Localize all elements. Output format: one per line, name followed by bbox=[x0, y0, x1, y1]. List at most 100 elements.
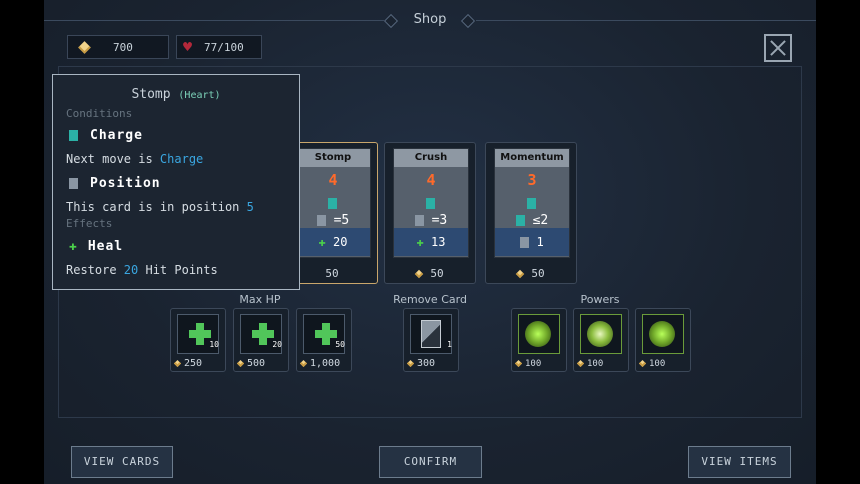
card-cost: 4 bbox=[328, 171, 338, 189]
card-name: Stomp bbox=[296, 149, 370, 167]
tooltip-subtitle: (Heart) bbox=[178, 90, 221, 101]
condition-title: Charge bbox=[90, 128, 143, 143]
scroll-icon bbox=[520, 237, 530, 248]
condition-value: 5 bbox=[246, 200, 254, 214]
max-hp-item[interactable]: 20 500 bbox=[233, 308, 289, 372]
power-gem-icon bbox=[525, 321, 551, 347]
item-amount: 50 bbox=[335, 340, 345, 349]
hp-amount: 77/100 bbox=[204, 40, 244, 54]
gem-icon bbox=[406, 359, 415, 368]
card: Momentum 3 ≤2 1 bbox=[494, 148, 570, 258]
card-effect-value: 13 bbox=[431, 235, 446, 249]
card-effect: ✚ 20 bbox=[296, 228, 370, 256]
gem-icon bbox=[299, 359, 308, 368]
card-price-value: 50 bbox=[531, 267, 545, 280]
gem-icon bbox=[78, 40, 91, 54]
condition-value: Charge bbox=[159, 152, 204, 166]
card-name: Momentum bbox=[495, 149, 569, 167]
gem-amount: 700 bbox=[113, 40, 133, 54]
power-gear-icon bbox=[587, 321, 613, 347]
item-price: 500 bbox=[247, 358, 266, 369]
card-name: Crush bbox=[394, 149, 468, 167]
power-item[interactable]: 100 bbox=[511, 308, 567, 372]
charge-icon bbox=[328, 198, 337, 209]
gem-icon bbox=[516, 269, 525, 279]
max-hp-item[interactable]: 50 1,000 bbox=[296, 308, 352, 372]
heal-icon: ✚ bbox=[318, 235, 326, 249]
effects-label: Effects bbox=[66, 217, 113, 230]
card-effect: 1 bbox=[495, 228, 569, 256]
card: Stomp 4 =5 ✚ 20 bbox=[295, 148, 371, 258]
gem-icon bbox=[514, 359, 523, 368]
gem-icon bbox=[236, 359, 245, 368]
position-icon bbox=[414, 215, 424, 226]
card-effect: ✚ 13 bbox=[394, 228, 468, 256]
item-price: 250 bbox=[184, 358, 203, 369]
heal-icon: ✚ bbox=[416, 235, 424, 249]
charge-icon bbox=[69, 130, 78, 141]
card-slot-crush[interactable]: Crush 4 =3 ✚ 13 50 bbox=[384, 142, 476, 284]
view-cards-button[interactable]: VIEW CARDS bbox=[71, 446, 173, 478]
card-condition: =3 bbox=[431, 213, 448, 228]
max-hp-icon bbox=[189, 323, 211, 345]
item-price: 100 bbox=[525, 359, 542, 369]
position-icon bbox=[69, 178, 78, 189]
gem-icon bbox=[638, 359, 647, 368]
remove-card-label: Remove Card bbox=[393, 293, 467, 306]
gem-icon bbox=[173, 359, 182, 368]
power-item[interactable]: 100 bbox=[573, 308, 629, 372]
header-divider-right bbox=[476, 20, 816, 21]
item-amount: 20 bbox=[272, 340, 282, 349]
conditions-label: Conditions bbox=[66, 107, 133, 120]
card-effect-value: 1 bbox=[536, 235, 544, 249]
power-item[interactable]: 100 bbox=[635, 308, 691, 372]
charge-icon bbox=[426, 198, 435, 209]
max-hp-label: Max HP bbox=[239, 293, 281, 306]
card-tooltip: Stomp (Heart) Conditions Charge Next mov… bbox=[52, 74, 300, 290]
card-price-value: 50 bbox=[430, 267, 444, 280]
card-condition: ≤2 bbox=[532, 213, 549, 228]
card: Crush 4 =3 ✚ 13 bbox=[393, 148, 469, 258]
card-price-value: 50 bbox=[325, 267, 339, 280]
position-icon bbox=[316, 215, 326, 226]
remove-card-item[interactable]: 1 300 bbox=[403, 308, 459, 372]
effect-title: Heal bbox=[87, 239, 124, 254]
item-amount: 10 bbox=[209, 340, 219, 349]
max-hp-icon bbox=[252, 323, 274, 345]
item-price: 100 bbox=[649, 359, 666, 369]
card-price: 50 bbox=[486, 267, 576, 280]
tooltip-title: Stomp bbox=[131, 87, 171, 102]
item-price: 1,000 bbox=[310, 358, 341, 369]
item-price: 100 bbox=[587, 359, 604, 369]
effect-text: Restore bbox=[66, 263, 124, 277]
confirm-button[interactable]: CONFIRM bbox=[379, 446, 482, 478]
card-cost: 3 bbox=[527, 171, 537, 189]
max-hp-icon bbox=[315, 323, 337, 345]
card-condition: =5 bbox=[333, 213, 350, 228]
effect-value: 20 bbox=[123, 263, 139, 277]
card-slot-momentum[interactable]: Momentum 3 ≤2 1 50 bbox=[485, 142, 577, 284]
power-gem-icon bbox=[649, 321, 675, 347]
card-cost: 4 bbox=[426, 171, 436, 189]
item-amount: 1 bbox=[447, 340, 452, 349]
card-effect-value: 20 bbox=[333, 235, 348, 249]
hp-counter: ♥ 77/100 bbox=[176, 35, 262, 59]
remove-card-icon bbox=[421, 320, 441, 348]
heart-icon: ♥ bbox=[183, 37, 193, 56]
view-items-button[interactable]: VIEW ITEMS bbox=[688, 446, 791, 478]
close-button[interactable] bbox=[764, 34, 792, 62]
condition-text: Next move is bbox=[66, 152, 160, 166]
effect-text-suffix: Hit Points bbox=[138, 263, 218, 277]
item-price: 300 bbox=[417, 358, 436, 369]
charge-icon bbox=[527, 198, 536, 209]
powers-label: Powers bbox=[580, 293, 620, 306]
card-price: 50 bbox=[385, 267, 475, 280]
heal-icon: ✚ bbox=[69, 239, 78, 254]
gem-icon bbox=[576, 359, 585, 368]
gem-icon bbox=[415, 269, 424, 279]
max-hp-item[interactable]: 10 250 bbox=[170, 308, 226, 372]
condition-text: This card is in position bbox=[66, 200, 247, 214]
gem-counter: 700 bbox=[67, 35, 169, 59]
card-price: 50 bbox=[287, 267, 377, 280]
condition-title: Position bbox=[90, 176, 161, 191]
